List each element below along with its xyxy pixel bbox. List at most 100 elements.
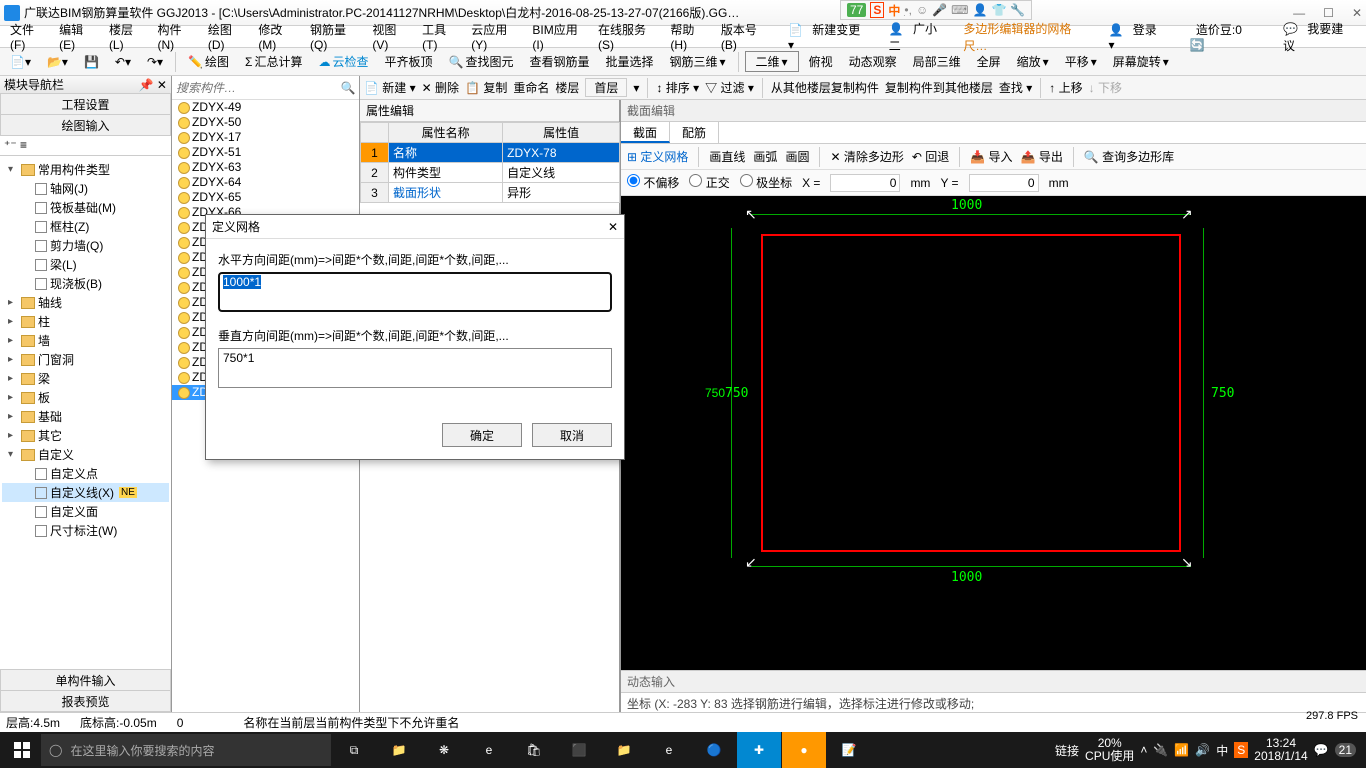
menu-cloud[interactable]: 云应用(Y) bbox=[465, 21, 526, 52]
tab-report-preview[interactable]: 报表预览 bbox=[0, 690, 171, 712]
draw-line-button[interactable]: 画直线 bbox=[709, 148, 745, 165]
maximize-button[interactable]: ☐ bbox=[1323, 6, 1334, 20]
start-button[interactable] bbox=[4, 732, 40, 768]
import-button[interactable]: 📥 导入 bbox=[970, 148, 1012, 165]
ime-settings-icon[interactable]: 🔧 bbox=[1010, 3, 1025, 17]
component-search-input[interactable] bbox=[172, 81, 337, 95]
define-grid-button[interactable]: ⊞ 定义网格 bbox=[627, 148, 688, 165]
ie-icon[interactable]: e bbox=[647, 732, 691, 768]
view-rebar-button[interactable]: 查看钢筋量 bbox=[523, 51, 595, 72]
tree-node[interactable]: ▸梁 bbox=[2, 369, 169, 388]
list-item[interactable]: ZDYX-64 bbox=[172, 175, 359, 190]
rebar-3d-button[interactable]: 钢筋三维 ▾ bbox=[663, 51, 731, 72]
sum-button[interactable]: Σ 汇总计算 bbox=[239, 51, 308, 72]
app-icon-5[interactable]: 📝 bbox=[827, 732, 871, 768]
clear-polygon-button[interactable]: ✕ 清除多边形 bbox=[830, 148, 903, 165]
tray-sogou-icon[interactable]: S bbox=[1234, 742, 1248, 758]
tree-node[interactable]: 现浇板(B) bbox=[2, 274, 169, 293]
move-up-button[interactable]: ↑ 上移 bbox=[1049, 79, 1082, 96]
tab-single-input[interactable]: 单构件输入 bbox=[0, 669, 171, 691]
ime-icon[interactable]: •ִ, bbox=[904, 3, 912, 17]
zoom-button[interactable]: 缩放 ▾ bbox=[1011, 51, 1055, 72]
rename-button[interactable]: 重命名 bbox=[513, 79, 549, 96]
menu-view[interactable]: 视图(V) bbox=[366, 21, 416, 52]
app-icon-1[interactable]: ❋ bbox=[422, 732, 466, 768]
undo-polygon-button[interactable]: ↶ 回退 bbox=[912, 148, 949, 165]
find-element-button[interactable]: 🔍 查找图元 bbox=[442, 51, 519, 72]
new-change-button[interactable]: 📄 新建变更 ▾ bbox=[782, 21, 877, 52]
ggj-taskbar-icon[interactable]: ✚ bbox=[737, 732, 781, 768]
export-button[interactable]: 📤 导出 bbox=[1021, 148, 1063, 165]
list-item[interactable]: ZDYX-63 bbox=[172, 160, 359, 175]
list-item[interactable]: ZDYX-49 bbox=[172, 100, 359, 115]
top-view-button[interactable]: 俯视 bbox=[803, 51, 839, 72]
menu-version[interactable]: 版本号(B) bbox=[715, 21, 776, 52]
copy-from-floor-button[interactable]: 从其他楼层复制构件 bbox=[771, 79, 879, 96]
expand-icon[interactable]: ⁺⁻ bbox=[4, 138, 17, 152]
app-icon-2[interactable]: ⬛ bbox=[557, 732, 601, 768]
tree-node[interactable]: 剪力墙(Q) bbox=[2, 236, 169, 255]
ime-lang[interactable]: 中 bbox=[888, 2, 900, 19]
undo-icon[interactable]: ↶▾ bbox=[109, 53, 137, 71]
folder-icon[interactable]: 📁 bbox=[602, 732, 646, 768]
marquee-text[interactable]: 多边形编辑器的网格尺… bbox=[957, 20, 1092, 54]
tree-node[interactable]: 框柱(Z) bbox=[2, 217, 169, 236]
tab-draw-input[interactable]: 绘图输入 bbox=[0, 114, 171, 136]
app-icon-3[interactable]: 🔵 bbox=[692, 732, 736, 768]
section-canvas[interactable]: ↖ ↗ ↙ ↘ 1000 1000 750 750 750 bbox=[621, 196, 1366, 670]
tree-node[interactable]: ▸门窗洞 bbox=[2, 350, 169, 369]
menu-tools[interactable]: 工具(T) bbox=[416, 21, 465, 52]
property-table[interactable]: 属性名称属性值 1名称ZDYX-78 2构件类型自定义线 3截面形状异形 bbox=[360, 122, 620, 203]
minimize-button[interactable]: — bbox=[1293, 6, 1305, 20]
delete-button[interactable]: ✕ 删除 bbox=[422, 79, 459, 96]
tree-node[interactable]: ▸墙 bbox=[2, 331, 169, 350]
fullscreen-button[interactable]: 全屏 bbox=[971, 51, 1007, 72]
tree-node[interactable]: 梁(L) bbox=[2, 255, 169, 274]
move-down-button[interactable]: ↓ 下移 bbox=[1089, 79, 1122, 96]
edge-icon[interactable]: e bbox=[467, 732, 511, 768]
offset-none-radio[interactable]: 不偏移 bbox=[627, 174, 679, 191]
offset-ortho-radio[interactable]: 正交 bbox=[689, 174, 729, 191]
ime-mic-icon[interactable]: 🎤 bbox=[932, 3, 947, 17]
sort-button[interactable]: ↕ 排序 ▾ bbox=[656, 79, 699, 96]
x-input[interactable] bbox=[830, 174, 900, 192]
tray-volume-icon[interactable]: 🔊 bbox=[1195, 743, 1210, 757]
close-button[interactable]: ✕ bbox=[1352, 6, 1362, 20]
tree-node[interactable]: ▸柱 bbox=[2, 312, 169, 331]
rotate-screen-button[interactable]: 屏幕旋转 ▾ bbox=[1107, 51, 1175, 72]
link-label[interactable]: 链接 bbox=[1055, 742, 1079, 759]
query-polygon-lib-button[interactable]: 🔍 查询多边形库 bbox=[1084, 148, 1174, 165]
menu-file[interactable]: 文件(F) bbox=[4, 21, 53, 52]
tree-node[interactable]: ▾自定义 bbox=[2, 445, 169, 464]
ime-smile-icon[interactable]: ☺ bbox=[916, 3, 928, 17]
tree-node[interactable]: ▾常用构件类型 bbox=[2, 160, 169, 179]
tray-network-icon[interactable]: 📶 bbox=[1174, 743, 1189, 757]
taskbar-clock[interactable]: 13:242018/1/14 bbox=[1254, 737, 1307, 763]
pin-icon[interactable]: 📌 ✕ bbox=[139, 78, 167, 92]
orbit-button[interactable]: 动态观察 bbox=[843, 51, 903, 72]
cloud-check-button[interactable]: ☁ 云检查 bbox=[312, 51, 374, 72]
tray-power-icon[interactable]: 🔌 bbox=[1153, 743, 1168, 757]
task-view-icon[interactable]: ⧉ bbox=[332, 732, 376, 768]
login-button[interactable]: 👤 登录 ▾ bbox=[1103, 21, 1174, 52]
menu-modify[interactable]: 修改(M) bbox=[252, 21, 304, 52]
tray-notification-icon[interactable]: 💬 bbox=[1314, 743, 1329, 757]
tree-node[interactable]: 自定义点 bbox=[2, 464, 169, 483]
new-file-icon[interactable]: 📄▾ bbox=[4, 53, 37, 71]
menu-draw[interactable]: 绘图(D) bbox=[202, 21, 252, 52]
menu-bim[interactable]: BIM应用(I) bbox=[526, 21, 592, 52]
tree-node[interactable]: ▸基础 bbox=[2, 407, 169, 426]
tray-badge[interactable]: 21 bbox=[1335, 743, 1356, 757]
menu-help[interactable]: 帮助(H) bbox=[664, 21, 714, 52]
ime-kbd-icon[interactable]: ⌨ bbox=[951, 3, 968, 17]
view-2d-button[interactable]: 二维 ▾ bbox=[745, 51, 799, 72]
menu-rebar[interactable]: 钢筋量(Q) bbox=[304, 21, 366, 52]
tab-project-settings[interactable]: 工程设置 bbox=[0, 93, 171, 115]
tab-reinforcement[interactable]: 配筋 bbox=[670, 122, 719, 143]
dialog-close-button[interactable]: ✕ bbox=[608, 220, 618, 234]
tree-node[interactable]: 自定义面 bbox=[2, 502, 169, 521]
store-icon[interactable]: 🛍 bbox=[512, 732, 556, 768]
copy-button[interactable]: 📋 复制 bbox=[465, 79, 507, 96]
menu-edit[interactable]: 编辑(E) bbox=[53, 21, 103, 52]
open-file-icon[interactable]: 📂▾ bbox=[41, 53, 74, 71]
